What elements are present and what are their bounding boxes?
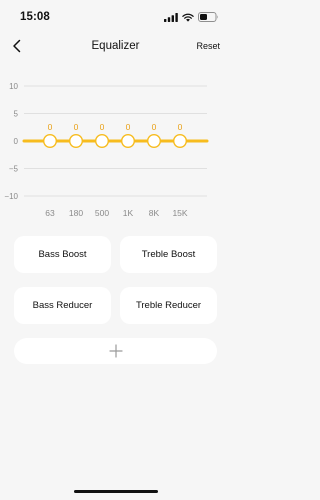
status-time: 15:08 — [20, 11, 50, 23]
plus-icon — [108, 344, 123, 358]
nav-bar: Equalizer Reset — [0, 30, 231, 62]
add-preset-button[interactable] — [14, 338, 217, 364]
band-value-label: 0 — [100, 122, 105, 132]
home-indicator — [74, 490, 158, 493]
reset-button[interactable]: Reset — [196, 41, 220, 51]
band-value-label: 0 — [178, 122, 183, 132]
band-value-label: 0 — [48, 122, 53, 132]
band-slider-knob[interactable] — [172, 134, 187, 149]
band-value-label: 0 — [152, 122, 157, 132]
preset-treble-boost-button[interactable]: Treble Boost — [120, 236, 217, 273]
status-icons — [164, 12, 219, 22]
band-frequency-label: 180 — [69, 208, 83, 218]
y-tick-label: −10 — [4, 192, 18, 201]
band-frequency-label: 8K — [149, 208, 160, 218]
band-slider-knob[interactable] — [94, 134, 109, 149]
band-frequency-label: 1K — [123, 208, 134, 218]
band-value-label: 0 — [74, 122, 79, 132]
band-slider-knob[interactable] — [120, 134, 135, 149]
preset-treble-reducer-button[interactable]: Treble Reducer — [120, 287, 217, 324]
band-frequency-label: 63 — [45, 208, 55, 218]
band-frequency-label: 500 — [95, 208, 109, 218]
y-tick-label: 10 — [9, 82, 18, 91]
signal-icon — [164, 12, 178, 22]
y-tick-label: 0 — [14, 137, 19, 146]
equalizer-chart: 10 5 0 −5 −10 0 63 0 180 0 500 0 1K 0 8K 0 15K — [4, 82, 209, 218]
battery-icon — [198, 12, 218, 22]
band-slider-knob[interactable] — [43, 134, 58, 149]
band-frequency-label: 15K — [172, 208, 187, 218]
preset-bass-boost-button[interactable]: Bass Boost — [14, 236, 111, 273]
band-value-label: 0 — [126, 122, 131, 132]
wifi-icon — [182, 13, 194, 22]
y-tick-label: −5 — [9, 165, 19, 174]
status-bar: 15:08 — [0, 0, 231, 30]
preset-bass-reducer-button[interactable]: Bass Reducer — [14, 287, 111, 324]
band-slider-knob[interactable] — [146, 134, 161, 149]
band-slider-knob[interactable] — [68, 134, 83, 149]
y-tick-label: 5 — [14, 110, 19, 119]
